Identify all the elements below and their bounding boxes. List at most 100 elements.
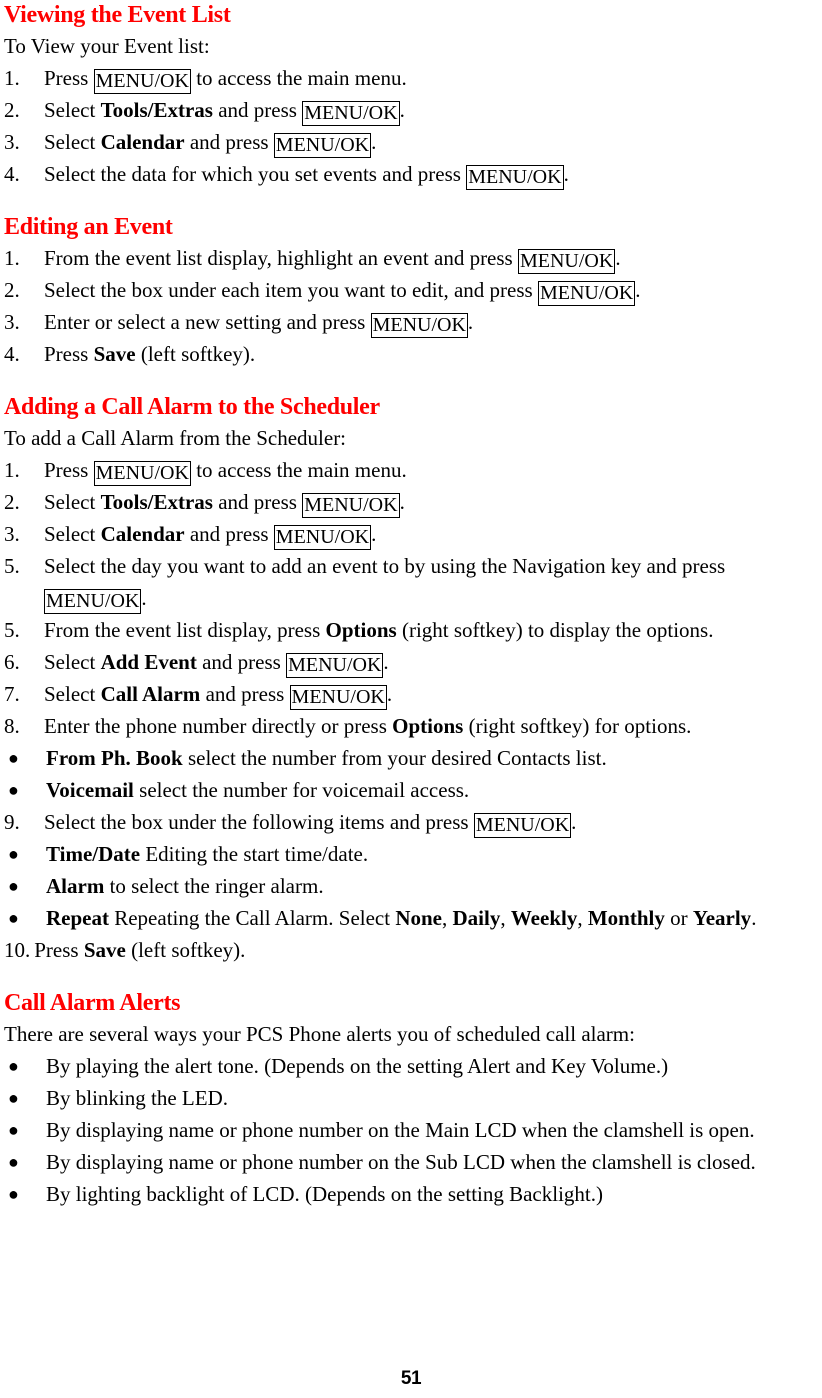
repeat-option-weekly: Weekly — [510, 906, 578, 930]
list-item: 1. From the event list display, highlight… — [4, 242, 822, 274]
menu-ok-key[interactable]: MENU/OK — [93, 461, 191, 486]
menu-label-tools-extras: Tools/Extras — [100, 490, 213, 514]
list-item: ● By displaying name or phone number on t… — [4, 1146, 822, 1178]
step-text-post: . — [399, 490, 405, 514]
section-heading-call-alarm-alerts: Call Alarm Alerts — [4, 990, 181, 1016]
list-marker: 1. — [4, 458, 20, 482]
menu-ok-key[interactable]: MENU/OK — [517, 249, 616, 274]
list-item: 4. Select the data for which you set even… — [4, 158, 822, 190]
list-item: 1. Press MENU/OK to access the main menu. — [4, 62, 822, 94]
section-heading-adding-call-alarm: Adding a Call Alarm to the Scheduler — [4, 394, 380, 420]
menu-ok-key[interactable]: MENU/OK — [289, 685, 387, 710]
step-text-pre: Press — [34, 938, 84, 962]
list-item: 2. Select Tools/Extras and press MENU/OK. — [4, 94, 822, 126]
repeat-separator: , — [577, 906, 588, 930]
step-text-pre: Select — [44, 522, 101, 546]
section-heading-editing-event: Editing an Event — [4, 214, 173, 240]
list-marker: 3. — [4, 130, 20, 154]
step-text-pre: Enter or select a new setting and press — [44, 310, 371, 334]
step-text-mid: and press — [184, 522, 274, 546]
list-item: 10. Press Save (left softkey). — [4, 934, 822, 966]
menu-ok-key[interactable]: MENU/OK — [473, 813, 572, 838]
step-text-pre: Press — [44, 66, 94, 90]
menu-ok-key[interactable]: MENU/OK — [302, 493, 400, 518]
bullet-icon: ● — [8, 1056, 19, 1076]
step-text-pre: Select — [44, 682, 101, 706]
step-text-pre: Select — [44, 650, 101, 674]
list-item: 7. Select Call Alarm and press MENU/OK. — [4, 678, 822, 710]
step-text-mid: and press — [200, 682, 290, 706]
list-marker: 7. — [4, 682, 20, 706]
list-item: 3. Select Calendar and press MENU/OK. — [4, 518, 822, 550]
menu-ok-key[interactable]: MENU/OK — [302, 101, 400, 126]
step-text-pre: Select the day you want to add an event … — [44, 554, 726, 578]
step-text-pre: Select the box under the following items… — [44, 810, 474, 834]
menu-ok-key[interactable]: MENU/OK — [44, 589, 142, 614]
list-marker: 3. — [4, 522, 20, 546]
step-text-mid: and press — [212, 490, 303, 514]
alert-description: By displaying name or phone number on th… — [46, 1150, 756, 1174]
intro-adding-call-alarm: To add a Call Alarm from the Scheduler: — [4, 426, 347, 450]
intro-viewing-event-list: To View your Event list: — [4, 34, 210, 58]
field-label-time-date: Time/Date — [46, 842, 141, 866]
menu-ok-key[interactable]: MENU/OK — [537, 281, 636, 306]
list-marker: 8. — [4, 714, 20, 738]
bullet-icon: ● — [8, 876, 19, 896]
field-description: to select the ringer alarm. — [104, 874, 324, 898]
menu-ok-key[interactable]: MENU/OK — [93, 69, 191, 94]
list-marker: 3. — [4, 310, 20, 334]
list-marker: 5. — [4, 618, 20, 642]
list-marker: 4. — [4, 162, 20, 186]
alert-description: By lighting backlight of LCD. (Depends o… — [46, 1182, 604, 1206]
step-text-pre: From the event list display, press — [44, 618, 326, 642]
step-text-post: . — [383, 650, 389, 674]
menu-label-calendar: Calendar — [100, 130, 185, 154]
menu-label-calendar: Calendar — [100, 522, 185, 546]
bullet-icon: ● — [8, 1184, 19, 1204]
step-text-post: . — [141, 586, 147, 610]
step-text-post: . — [563, 162, 569, 186]
list-marker: 2. — [4, 278, 20, 302]
step-text-mid: (right softkey) to display the options. — [396, 618, 714, 642]
bullet-icon: ● — [8, 780, 19, 800]
step-text-post: . — [571, 810, 577, 834]
list-marker: 6. — [4, 650, 20, 674]
list-marker: 9. — [4, 810, 20, 834]
section-heading-viewing-event-list: Viewing the Event List — [4, 2, 231, 28]
list-marker: 5. — [4, 554, 20, 578]
step-text-pre: Select the box under each item you want … — [44, 278, 538, 302]
step-text-mid: (right softkey) for options. — [463, 714, 692, 738]
step-text-pre: Select the data for which you set events… — [44, 162, 467, 186]
menu-ok-key[interactable]: MENU/OK — [286, 653, 384, 678]
list-item: ● By lighting backlight of LCD. (Depends … — [4, 1178, 822, 1210]
list-item: 2. Select Tools/Extras and press MENU/OK. — [4, 486, 822, 518]
list-item: ● By displaying name or phone number on t… — [4, 1114, 822, 1146]
repeat-option-yearly: Yearly — [692, 906, 752, 930]
option-description: select the number for voicemail access. — [133, 778, 470, 802]
menu-label-tools-extras: Tools/Extras — [100, 98, 213, 122]
step-text-pre: From the event list display, highlight a… — [44, 246, 518, 270]
page-content: Viewing the Event List To View your Even… — [4, 0, 822, 1210]
step-text-mid: (left softkey). — [135, 342, 256, 366]
step-text-post: to access the main menu. — [190, 66, 407, 90]
menu-ok-key[interactable]: MENU/OK — [466, 165, 564, 190]
step-text-post: . — [615, 246, 621, 270]
softkey-label-save: Save — [93, 342, 136, 366]
bullet-icon: ● — [8, 748, 19, 768]
softkey-label-save: Save — [83, 938, 126, 962]
repeat-separator: , — [442, 906, 453, 930]
intro-call-alarm-alerts: There are several ways your PCS Phone al… — [4, 1022, 635, 1046]
softkey-label-options: Options — [325, 618, 397, 642]
menu-ok-key[interactable]: MENU/OK — [273, 133, 372, 158]
field-label-repeat: Repeat — [46, 906, 109, 930]
menu-ok-key[interactable]: MENU/OK — [273, 525, 372, 550]
list-item: 6. Select Add Event and press MENU/OK. — [4, 646, 822, 678]
bullet-icon: ● — [8, 844, 19, 864]
repeat-option-monthly: Monthly — [587, 906, 665, 930]
list-item: ● By blinking the LED. — [4, 1082, 822, 1114]
menu-ok-key[interactable]: MENU/OK — [370, 313, 468, 338]
step-text-post: . — [399, 98, 405, 122]
repeat-tail: . — [751, 906, 757, 930]
repeat-separator: , — [500, 906, 511, 930]
